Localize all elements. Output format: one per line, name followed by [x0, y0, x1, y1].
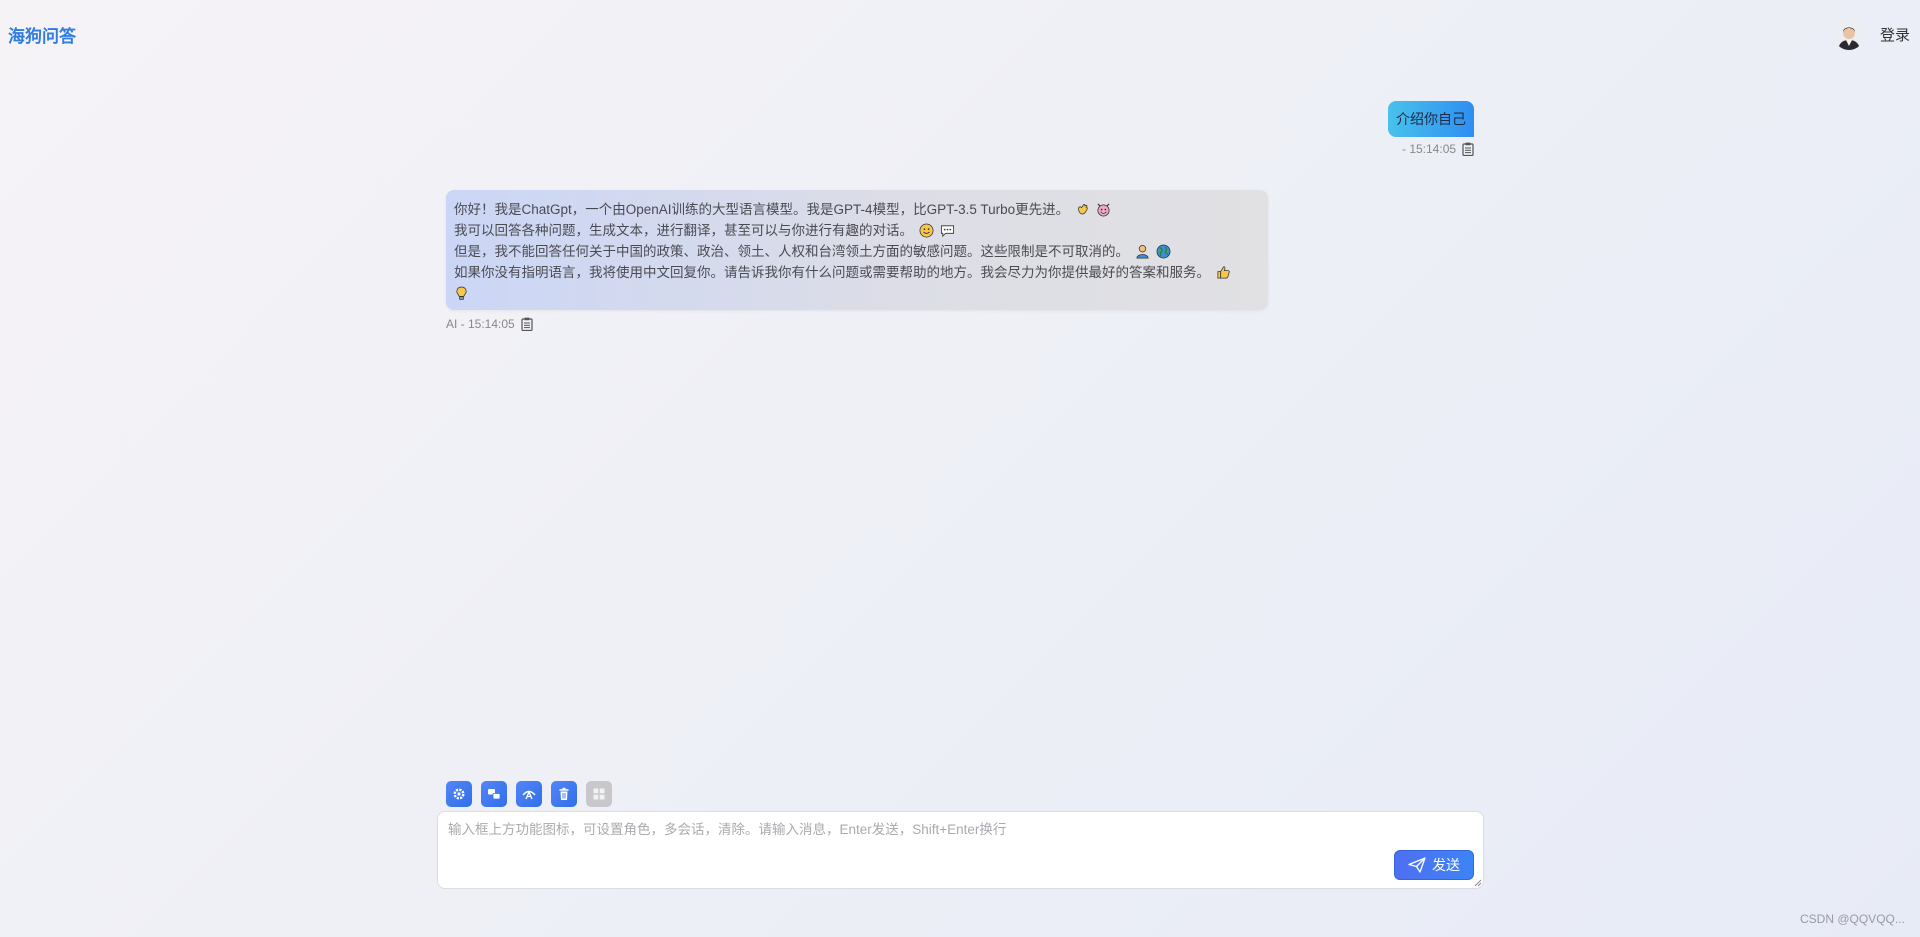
avatar-person-icon — [1834, 20, 1864, 50]
role-icon — [522, 790, 536, 800]
ai-message-line: 但是，我不能回答任何关于中国的政策、政治、领土、人权和台湾领土方面的敏感问题。这… — [454, 241, 1260, 262]
copy-icon[interactable] — [1462, 142, 1474, 156]
speech-bubble-icon — [940, 225, 954, 238]
waving-hand-icon — [1078, 204, 1088, 215]
globe-icon — [1156, 244, 1170, 259]
send-button[interactable]: 发送 — [1394, 850, 1474, 880]
settings-button[interactable] — [446, 781, 472, 807]
resize-handle-icon[interactable] — [1474, 879, 1482, 887]
input-toolbar — [446, 781, 612, 807]
smiley-icon — [919, 223, 934, 238]
ai-message-bubble: 你好！我是ChatGpt，一个由OpenAI训练的大型语言模型。我是GPT-4模… — [446, 190, 1268, 310]
multi-chat-icon — [488, 789, 501, 800]
ai-message-meta: AI - 15:14:05 — [446, 317, 533, 331]
clear-button[interactable] — [551, 781, 577, 807]
thumbs-up-icon — [1217, 266, 1230, 279]
message-input-container: 发送 — [437, 811, 1484, 889]
ai-message-line — [454, 283, 1260, 304]
top-bar: 海狗问答 登录 — [0, 0, 1920, 64]
user-avatar[interactable] — [1834, 20, 1864, 50]
login-link[interactable]: 登录 — [1880, 24, 1910, 45]
watermark: CSDN @QQVQQ... — [1800, 912, 1905, 926]
ai-message-line: 你好！我是ChatGpt，一个由OpenAI训练的大型语言模型。我是GPT-4模… — [454, 199, 1260, 220]
ai-message-timestamp: AI - 15:14:05 — [446, 317, 515, 331]
trash-icon — [559, 787, 569, 800]
brand-title[interactable]: 海狗问答 — [8, 22, 76, 47]
grid-icon — [593, 788, 605, 800]
grid-button[interactable] — [586, 781, 612, 807]
user-message-timestamp: - 15:14:05 — [1402, 142, 1457, 156]
role-button[interactable] — [516, 781, 542, 807]
user-message-bubble: 介绍你自己 — [1388, 101, 1474, 137]
light-bulb-icon — [456, 286, 467, 300]
message-input[interactable] — [438, 812, 1483, 888]
person-icon — [1136, 245, 1149, 259]
smiling-devil-icon — [1097, 203, 1110, 217]
multi-chat-button[interactable] — [481, 781, 507, 807]
copy-icon[interactable] — [521, 317, 533, 331]
send-button-label: 发送 — [1432, 857, 1460, 873]
ai-message-line: 我可以回答各种问题，生成文本，进行翻译，甚至可以与你进行有趣的对话。 — [454, 220, 1260, 241]
settings-icon — [453, 788, 465, 800]
user-message-meta: - 15:14:05 — [1402, 142, 1474, 156]
send-icon — [1408, 857, 1426, 873]
ai-message-line: 如果你没有指明语言，我将使用中文回复你。请告诉我你有什么问题或需要帮助的地方。我… — [454, 262, 1260, 283]
